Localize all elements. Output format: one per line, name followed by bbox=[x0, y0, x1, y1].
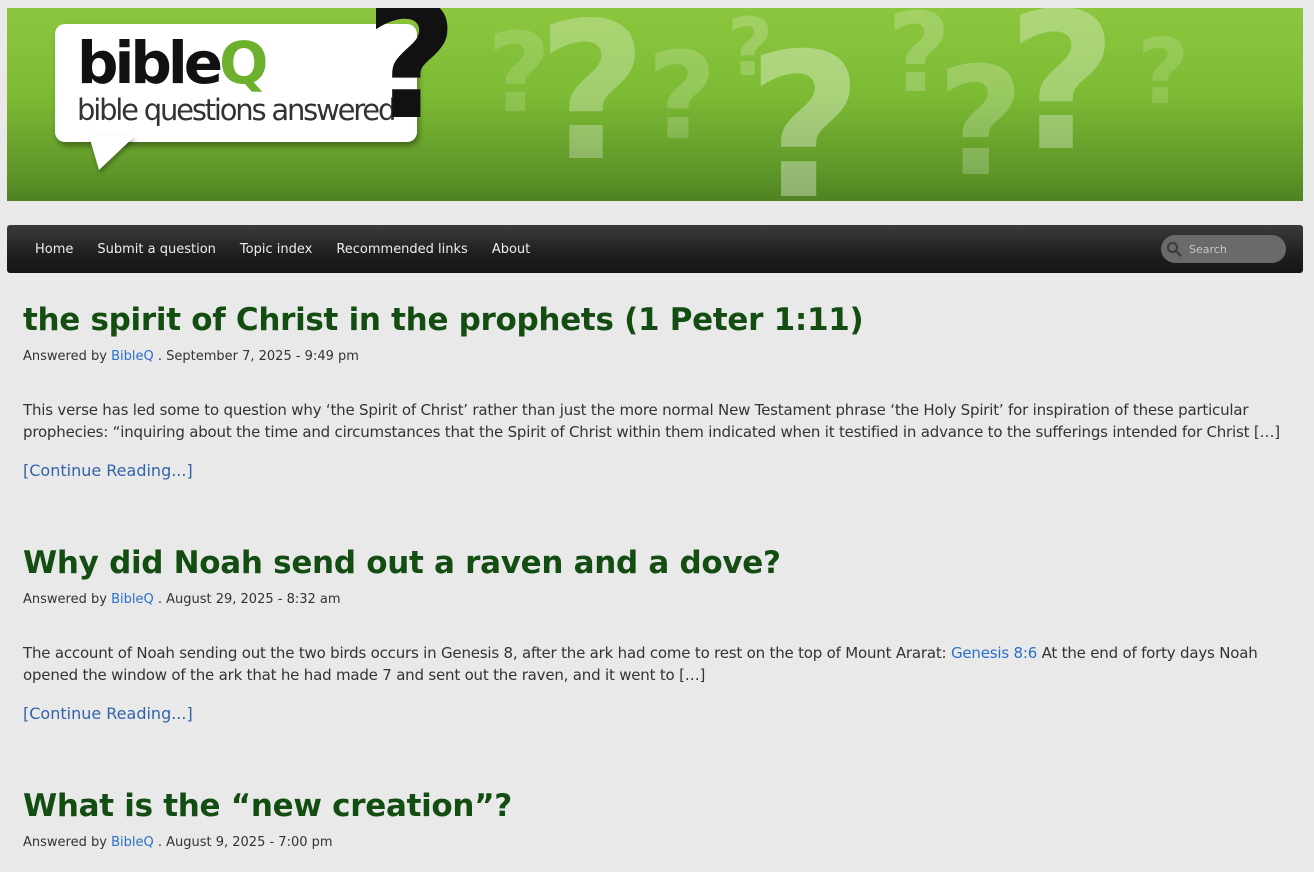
post-title[interactable]: the spirit of Christ in the prophets (1 … bbox=[23, 302, 1293, 339]
logo-bubble-tail bbox=[89, 136, 135, 170]
logo-q-text: Q bbox=[219, 29, 268, 97]
post-author-link[interactable]: BibleQ bbox=[111, 592, 154, 607]
post-author-link[interactable]: BibleQ bbox=[111, 835, 154, 850]
nav-item-home[interactable]: Home bbox=[35, 242, 73, 257]
post-meta-prefix: Answered by bbox=[23, 835, 107, 851]
post-entry: Why did Noah send out a raven and a dove… bbox=[23, 545, 1293, 723]
post-excerpt-text: The account of Noah sending out the two … bbox=[23, 644, 951, 663]
logo-name-text: bible bbox=[77, 29, 223, 97]
question-mark-decoration: ? bbox=[1007, 8, 1118, 193]
logo-wordmark: bibleQ bbox=[77, 34, 268, 92]
question-mark-decoration: ? bbox=[1137, 20, 1190, 125]
post-meta: Answered by BibleQ . August 29, 2025 - 8… bbox=[23, 592, 1293, 607]
question-mark-decoration: ? bbox=[487, 9, 551, 137]
post-entry: the spirit of Christ in the prophets (1 … bbox=[23, 302, 1293, 480]
main-navbar: Home Submit a question Topic index Recom… bbox=[7, 225, 1303, 273]
search-box[interactable] bbox=[1161, 235, 1286, 263]
post-excerpt: This verse has led some to question why … bbox=[23, 401, 1280, 442]
logo-question-mark-icon: ? bbox=[365, 8, 458, 155]
continue-reading-link[interactable]: [Continue Reading...] bbox=[23, 704, 193, 723]
post-date: . September 7, 2025 - 9:49 pm bbox=[157, 349, 359, 365]
question-mark-decoration: ? bbox=[647, 28, 717, 167]
post-meta: Answered by BibleQ . September 7, 2025 -… bbox=[23, 349, 1293, 364]
post-meta: Answered by BibleQ . August 9, 2025 - 7:… bbox=[23, 835, 1293, 850]
nav-menu: Home Submit a question Topic index Recom… bbox=[35, 225, 554, 273]
search-icon[interactable] bbox=[1166, 241, 1182, 257]
logo-tagline: bible questions answered bbox=[77, 93, 396, 127]
search-input[interactable] bbox=[1189, 239, 1279, 259]
post-excerpt: The account of Noah sending out the two … bbox=[23, 642, 1293, 686]
header-banner: ? ? ? ? ? ? ? ? ? bibleQ bible questions… bbox=[7, 8, 1303, 201]
post-meta-prefix: Answered by bbox=[23, 349, 107, 365]
scripture-link[interactable]: Genesis 8:6 bbox=[951, 644, 1037, 662]
post-meta-prefix: Answered by bbox=[23, 592, 107, 608]
post-author-link[interactable]: BibleQ bbox=[111, 349, 154, 364]
question-mark-decoration: ? bbox=[537, 8, 648, 201]
post-date: . August 9, 2025 - 7:00 pm bbox=[157, 835, 333, 851]
nav-item-recommended-links[interactable]: Recommended links bbox=[336, 242, 468, 257]
nav-item-about[interactable]: About bbox=[492, 242, 530, 257]
post-entry: What is the “new creation”? Answered by … bbox=[23, 788, 1293, 850]
post-title[interactable]: What is the “new creation”? bbox=[23, 788, 1293, 825]
continue-reading-link[interactable]: [Continue Reading...] bbox=[23, 461, 193, 480]
nav-item-submit-question[interactable]: Submit a question bbox=[97, 242, 216, 257]
nav-item-topic-index[interactable]: Topic index bbox=[240, 242, 312, 257]
question-mark-decoration: ? bbox=[747, 11, 864, 202]
post-title[interactable]: Why did Noah send out a raven and a dove… bbox=[23, 545, 1293, 582]
post-date: . August 29, 2025 - 8:32 am bbox=[157, 592, 341, 608]
